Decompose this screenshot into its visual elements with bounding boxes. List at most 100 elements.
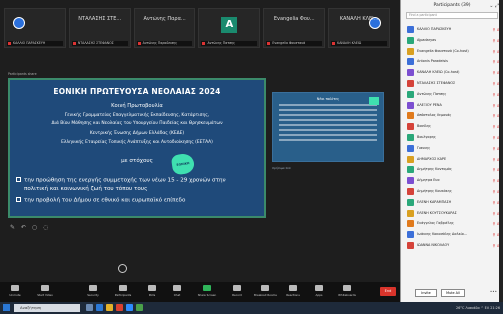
participant-row[interactable]: Δήμητρα Ευα ⚲ ⊘ [401,175,503,186]
participant-row[interactable]: ΑΛΕΞΙΟΥ ΡΕΝΑ ⚲ ⊘ [401,100,503,111]
mute-all-button[interactable]: Mute All [441,289,465,297]
toolbar-label: Apps [315,293,323,297]
participant-row[interactable]: Ευάγγελος Γαβριέλης ⚲ ⊘ [401,218,503,229]
shared-slide: ΕΟΝΙΚΗ ΠΡΩΤΕΥΟΥΣΑ ΝΕΟΛΑΙΑΣ 2024 Κοινή Πρ… [8,78,266,218]
participant-name: Βασίλης [417,124,432,129]
windows-start-icon[interactable] [3,304,10,311]
participant-row[interactable]: Αντώνης Πατσης ⚲ ⊘ [401,89,503,100]
participant-row[interactable]: ΔΗΜΑΡΧΟΣ ΚΑΡΕ ⚲ ⊘ [401,154,503,165]
participant-name: Ιωάννης Κοκοσάλης Δαλκίο... [417,232,468,237]
video-tile[interactable]: Evangelia Φου... Evangelia Φουστανά [263,8,326,48]
invite-button[interactable]: Invite [415,289,437,297]
avatar [407,187,414,195]
participant-row[interactable]: ΕΛΕΝΗ ΚΑΡΑΜΠΑΣΗ ⚲ ⊘ [401,197,503,208]
system-tray: 26°C Λιακάδα ^ ΕΛ 21:26 [455,306,500,310]
participant-name: Δημήτρης Κουκάκης [417,188,452,193]
apps-button[interactable]: Apps [308,285,330,297]
avatar [407,58,414,66]
tile-label: Αντώνης Παραδεισης [136,41,193,46]
whiteboards-button[interactable]: Whiteboards [336,285,358,297]
tile-label: ΚΑΝΑΛΗ ΚΛΕΙΩ [331,41,387,46]
zoom-icon[interactable] [126,304,133,311]
participant-row[interactable]: Ajpadaryas ⚲ ⊘ [401,35,503,46]
participant-name: ΙΩΑΝΝΑ ΝΙΚΟΛΑΟΥ [417,242,450,247]
participant-name: ΕΛΕΝΗ ΚΟΥΤΣΟΥΚΑΡΑΣ [417,210,457,215]
avatar [407,209,414,217]
breakout-rooms-button[interactable]: Breakout Rooms [254,285,277,297]
slide-line: Κοινή Πρωτοβουλία [111,103,163,109]
participant-row[interactable]: Απόστολος Λεμονάς ⚲ ⊘ [401,110,503,121]
participant-row[interactable]: ΙΩΑΝΝΑ ΝΙΚΟΛΑΟΥ ⚲ ⊘ [401,240,503,251]
participant-row[interactable]: Βασίλης ⚲ ⊘ [401,121,503,132]
video-tile[interactable]: Αντώνης Παρα... Αντώνης Παραδεισης [133,8,196,48]
view-controls[interactable] [118,264,129,273]
share-screen-icon [203,285,211,291]
video-tile[interactable]: A Αντώνης Πατσης [198,8,261,48]
meeting-toolbar: Unmute Start Video Security Participants… [0,282,400,302]
participant-row[interactable]: Γιαννης ⚲ ⊘ [401,143,503,154]
slide-line: Ελληνικής Εταιρείας Τοπικής Ανάπτυξης κα… [61,140,213,145]
participant-row[interactable]: Evangelia Φουστανά (Co-host) ⚲ ⊘ [401,46,503,57]
avatar [13,17,25,29]
participant-row[interactable]: ΝΤΑΛΑΣΗΣ ΣΤΕΦΑΝΟΣ ⚲ ⊘ [401,78,503,89]
toolbar-label: Start Video [37,293,53,297]
more-options-icon[interactable]: ••• [490,289,497,294]
shield-icon [89,285,97,291]
avatar [407,220,414,228]
avatar [407,133,414,141]
participant-row[interactable]: Δημήτρης Κουκάκης ⚲ ⊘ [401,186,503,197]
reactions-button[interactable]: Reactions [282,285,304,297]
goal-bullet-cont: πολιτική και κοινωνική ζωή του τόπου του… [24,186,148,192]
polls-button[interactable]: Polls [141,285,163,297]
goal-bullet: την προβολή του Δήμου σε εθνικό και ευρω… [16,197,185,204]
participant-name: Δημήτρης Κοντομάς [417,167,452,172]
chat-button[interactable]: Chat [166,285,188,297]
apps-icon [315,285,323,291]
taskbar-search-input[interactable]: Αναζήτηση [14,304,80,312]
office-icon[interactable] [116,304,123,311]
file-explorer-icon[interactable] [106,304,113,311]
tile-label: ΚΑΛΛΙΟ ΠΑΡΑΣΚΕΥΗ [7,41,63,46]
security-button[interactable]: Security [82,285,104,297]
start-video-button[interactable]: Start Video [34,285,56,297]
annotation-tools[interactable]: ✎ ↶ ○ ◌ [10,224,50,231]
participant-name: Evangelia Φουστανά (Co-host) [417,48,469,53]
slide-line: Κεντρικής Ένωσης Δήμων Ελλάδας (ΚΕΔΕ) [89,131,185,136]
unmute-button[interactable]: Unmute [4,285,26,297]
video-tile[interactable]: ΝΤΑΛΑΣΗΣ ΣΤΕ... ΝΤΑΛΑΣΗΣ ΣΤΕΦΑΝΟΣ [68,8,131,48]
participant-name: Δήμητρα Ευα [417,178,440,183]
goal-bullet: την προώθηση της ενεργής συμμετοχής των … [16,177,226,184]
participant-row[interactable]: ΚΑΛΛΙΟ ΠΑΡΑΣΚΕΥΗ ⚲ ⊘ [401,24,503,35]
video-tile[interactable]: ΚΑΛΛΙΟ ΠΑΡΑΣΚΕΥΗ [4,8,66,48]
toolbar-label: Unmute [9,293,21,297]
participant-search-input[interactable]: Find a participant [406,12,498,19]
participant-row[interactable]: ΚΑΝΑΛΗ ΚΛΕΙΩ (Co-host) ⚲ ⊘ [401,67,503,78]
task-view-icon[interactable] [86,304,93,311]
preview-caption: Χρήσιμα link [272,166,291,170]
share-screen-button[interactable]: Share Screen [196,285,218,297]
avatar [407,90,414,98]
participants-panel: Participants (39) ⌄ ⤢ Find a participant… [400,0,503,302]
participant-row[interactable]: Δημήτρης Κοντομάς ⚲ ⊘ [401,164,503,175]
end-meeting-button[interactable]: End [380,287,396,296]
logo-icon [369,97,379,105]
participants-button[interactable]: Participants [112,285,134,297]
participant-row[interactable]: Antonis Paradeisis ⚲ ⊘ [401,56,503,67]
tile-label: Evangelia Φουστανά [266,41,323,46]
goal-text: την προβολή του Δήμου σε εθνικό και ευρω… [24,197,186,204]
next-slide-preview[interactable]: Νέοι πολίτες [272,92,384,162]
video-tile[interactable]: ΚΑΝΑΛΗ ΚΛΕΙ... ΚΑΝΑΛΗ ΚΛΕΙΩ [328,8,390,48]
participants-icon [119,285,127,291]
participant-row[interactable]: Βουλγαρης ⚲ ⊘ [401,132,503,143]
avatar [407,166,414,174]
participant-row[interactable]: ΕΛΕΝΗ ΚΟΥΤΣΟΥΚΑΡΑΣ ⚲ ⊘ [401,208,503,219]
breakout-icon [261,285,269,291]
record-button[interactable]: Record [226,285,248,297]
toolbar-label: Reactions [286,293,300,297]
participant-row[interactable]: Ιωάννης Κοκοσάλης Δαλκίο... ⚲ ⊘ [401,229,503,240]
panel-options-icon[interactable]: ⌄ ⤢ [489,0,499,12]
edge-icon[interactable] [96,304,103,311]
tile-name: ΝΤΑΛΑΣΗΣ ΣΤΕ... [78,16,122,22]
chrome-icon[interactable] [136,304,143,311]
tile-name: ΚΑΝΑΛΗ ΚΛΕΙ... [339,16,379,22]
